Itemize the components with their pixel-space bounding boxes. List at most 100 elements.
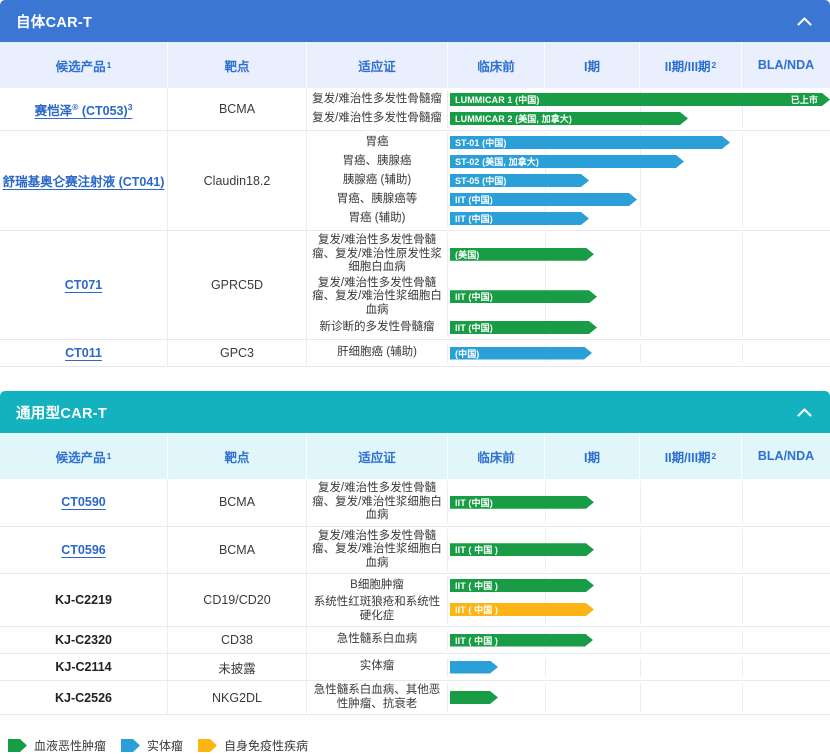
product-cell: KJ-C2114: [0, 654, 168, 680]
column-header-label: 适应证: [358, 56, 396, 75]
table-row: KJ-C2526NKG2DL急性髓系白血病、其他恶性肿瘤、抗衰老: [0, 681, 830, 715]
table-row: KJ-C2320CD38急性髓系白血病IIT ( 中国 ): [0, 627, 830, 654]
indication-entries: 复发/难治性多发性骨髓瘤、复发/难治性浆细胞白血病 IIT ( 中国 ): [307, 527, 830, 574]
product-cell: KJ-C2219: [0, 574, 168, 626]
product-link[interactable]: CT0596: [61, 543, 105, 557]
pipeline-bar: [450, 661, 498, 674]
target-cell: BCMA: [168, 527, 307, 574]
indication-entries: 急性髓系白血病IIT ( 中国 ): [307, 627, 830, 653]
target-cell: Claudin18.2: [168, 131, 307, 230]
pipeline-bar: LUMMICAR 2 (美国, 加拿大): [450, 112, 688, 125]
product-link[interactable]: CT071: [65, 278, 103, 292]
indication-cell: 复发/难治性多发性骨髓瘤: [307, 90, 448, 109]
indication-cell: 胃癌 (辅助): [307, 209, 448, 228]
chevron-up-icon[interactable]: [797, 408, 812, 417]
column-header-0: 候选产品1: [0, 42, 168, 88]
product-link[interactable]: 赛恺泽® (CT053)3: [35, 100, 133, 119]
column-header-row: 候选产品1靶点 适应证 临床前 I期 II期/III期2 BLA/NDA: [0, 433, 830, 479]
column-header-5: II期/III期2: [640, 42, 742, 88]
section-header-autologous[interactable]: 自体CAR-T: [0, 0, 830, 42]
legend-item: 自身免疫性疾病: [198, 737, 308, 754]
target-cell: BCMA: [168, 479, 307, 526]
product-link[interactable]: 舒瑞基奥仑赛注射液 (CT041): [3, 171, 165, 190]
indication-entry: 肝细胞癌 (辅助)(中国): [307, 344, 830, 363]
column-header-5: II期/III期2: [640, 433, 742, 479]
section-header-universal[interactable]: 通用型CAR-T: [0, 391, 830, 433]
column-header-1: 靶点: [168, 433, 307, 479]
column-header-row: 候选产品1靶点适应证临床前I期II期/III期2BLA/NDA: [0, 42, 830, 88]
indication-entry: 急性髓系白血病IIT ( 中国 ): [307, 631, 830, 650]
phase-track: LUMMICAR 2 (美国, 加拿大): [448, 109, 830, 128]
target-cell: 未披露: [168, 654, 307, 680]
pipeline-bar: IIT (中国): [450, 212, 589, 225]
column-header-label: 候选产品: [56, 447, 106, 466]
bar-label: IIT (中国): [455, 496, 493, 509]
product-link[interactable]: CT0590: [61, 495, 105, 509]
column-header-1: 靶点: [168, 42, 307, 88]
indication-cell: 急性髓系白血病: [307, 631, 448, 650]
section-title: 通用型CAR-T: [16, 402, 107, 423]
indication-cell: 复发/难治性多发性骨髓瘤、复发/难治性原发性浆细胞白血病: [307, 233, 448, 276]
indication-cell: 复发/难治性多发性骨髓瘤、复发/难治性浆细胞白血病: [307, 481, 448, 524]
indication-cell: 胰腺癌 (辅助): [307, 171, 448, 190]
phase-track: IIT (中国): [448, 318, 830, 337]
indication-entry: 急性髓系白血病、其他恶性肿瘤、抗衰老: [307, 683, 830, 712]
table-row: KJ-C2219CD19/CD20B细胞肿瘤IIT ( 中国 )系统性红斑狼疮和…: [0, 574, 830, 627]
target-cell: GPC3: [168, 340, 307, 366]
legend-item: 血液恶性肿瘤: [8, 737, 106, 754]
indication-entry: 复发/难治性多发性骨髓瘤、复发/难治性浆细胞白血病IIT (中国): [307, 276, 830, 319]
pipeline-bar: IIT ( 中国 ): [450, 543, 594, 556]
indication-entry: 复发/难治性多发性骨髓瘤LUMMICAR 1 (中国)已上市: [307, 90, 830, 109]
bar-status-label: 已上市: [791, 93, 818, 106]
bar-label: ST-05 (中国): [455, 174, 507, 187]
pipeline-bar: ST-02 (美国, 加拿大): [450, 155, 684, 168]
column-header-0: 候选产品1: [0, 433, 168, 479]
column-header-label: 候选产品: [56, 56, 106, 75]
indication-cell: 实体瘤: [307, 658, 448, 677]
column-header-3: 临床前: [448, 42, 545, 88]
product-cell: CT011: [0, 340, 168, 366]
indication-entry: 实体瘤: [307, 658, 830, 677]
indication-entry: 复发/难治性多发性骨髓瘤LUMMICAR 2 (美国, 加拿大): [307, 109, 830, 128]
column-header-4: I期: [545, 42, 640, 88]
indication-entries: 实体瘤: [307, 654, 830, 680]
indication-entries: 复发/难治性多发性骨髓瘤LUMMICAR 1 (中国)已上市复发/难治性多发性骨…: [307, 88, 830, 130]
column-header-label: II期/III期: [665, 447, 711, 466]
phase-track: [448, 658, 830, 677]
chevron-up-icon[interactable]: [797, 17, 812, 26]
column-header-label: 适应证: [358, 447, 396, 466]
indication-entry: B细胞肿瘤IIT ( 中国 ): [307, 576, 830, 595]
indication-cell: 胃癌: [307, 133, 448, 152]
legend-item: 实体瘤: [121, 737, 183, 754]
column-header-label: BLA/NDA: [758, 449, 814, 463]
table-row: 舒瑞基奥仑赛注射液 (CT041)Claudin18.2胃癌ST-01 (中国)…: [0, 131, 830, 231]
phase-track: IIT ( 中国 ): [448, 631, 830, 650]
phase-track: IIT (中国): [448, 209, 830, 228]
legend-label: 血液恶性肿瘤: [34, 737, 106, 754]
bar-label: IIT ( 中国 ): [455, 543, 498, 556]
product-cell: CT071: [0, 231, 168, 339]
pipeline-page: 自体CAR-T候选产品1靶点适应证临床前I期II期/III期2BLA/NDA赛恺…: [0, 0, 830, 715]
phase-track: IIT (中国): [448, 481, 830, 524]
product-link[interactable]: CT011: [65, 346, 102, 360]
phase-track: ST-05 (中国): [448, 171, 830, 190]
product-cell: CT0590: [0, 479, 168, 526]
phase-track: IIT ( 中国 ): [448, 576, 830, 595]
indication-cell: 复发/难治性多发性骨髓瘤、复发/难治性浆细胞白血病: [307, 529, 448, 572]
indication-entries: 复发/难治性多发性骨髓瘤、复发/难治性浆细胞白血病 IIT (中国): [307, 479, 830, 526]
phase-track: (美国): [448, 233, 830, 276]
indication-entry: 胃癌、胰腺癌等IIT (中国): [307, 190, 830, 209]
indication-cell: 系统性红斑狼疮和系统性硬化症: [307, 595, 448, 624]
table-row: KJ-C2114未披露实体瘤: [0, 654, 830, 681]
indication-cell: B细胞肿瘤: [307, 576, 448, 595]
pipeline-bar: IIT ( 中国 ): [450, 603, 594, 616]
section-autologous: 自体CAR-T候选产品1靶点适应证临床前I期II期/III期2BLA/NDA赛恺…: [0, 0, 830, 367]
indication-cell: 胃癌、胰腺癌: [307, 152, 448, 171]
column-header-label: 临床前: [477, 447, 515, 466]
legend-label: 实体瘤: [147, 737, 183, 754]
phase-track: IIT (中国): [448, 276, 830, 319]
target-cell: GPRC5D: [168, 231, 307, 339]
legend: 血液恶性肿瘤 实体瘤自身免疫性疾病: [8, 737, 830, 754]
column-header-label: I期: [584, 447, 600, 466]
column-header-2: 适应证: [307, 42, 448, 88]
